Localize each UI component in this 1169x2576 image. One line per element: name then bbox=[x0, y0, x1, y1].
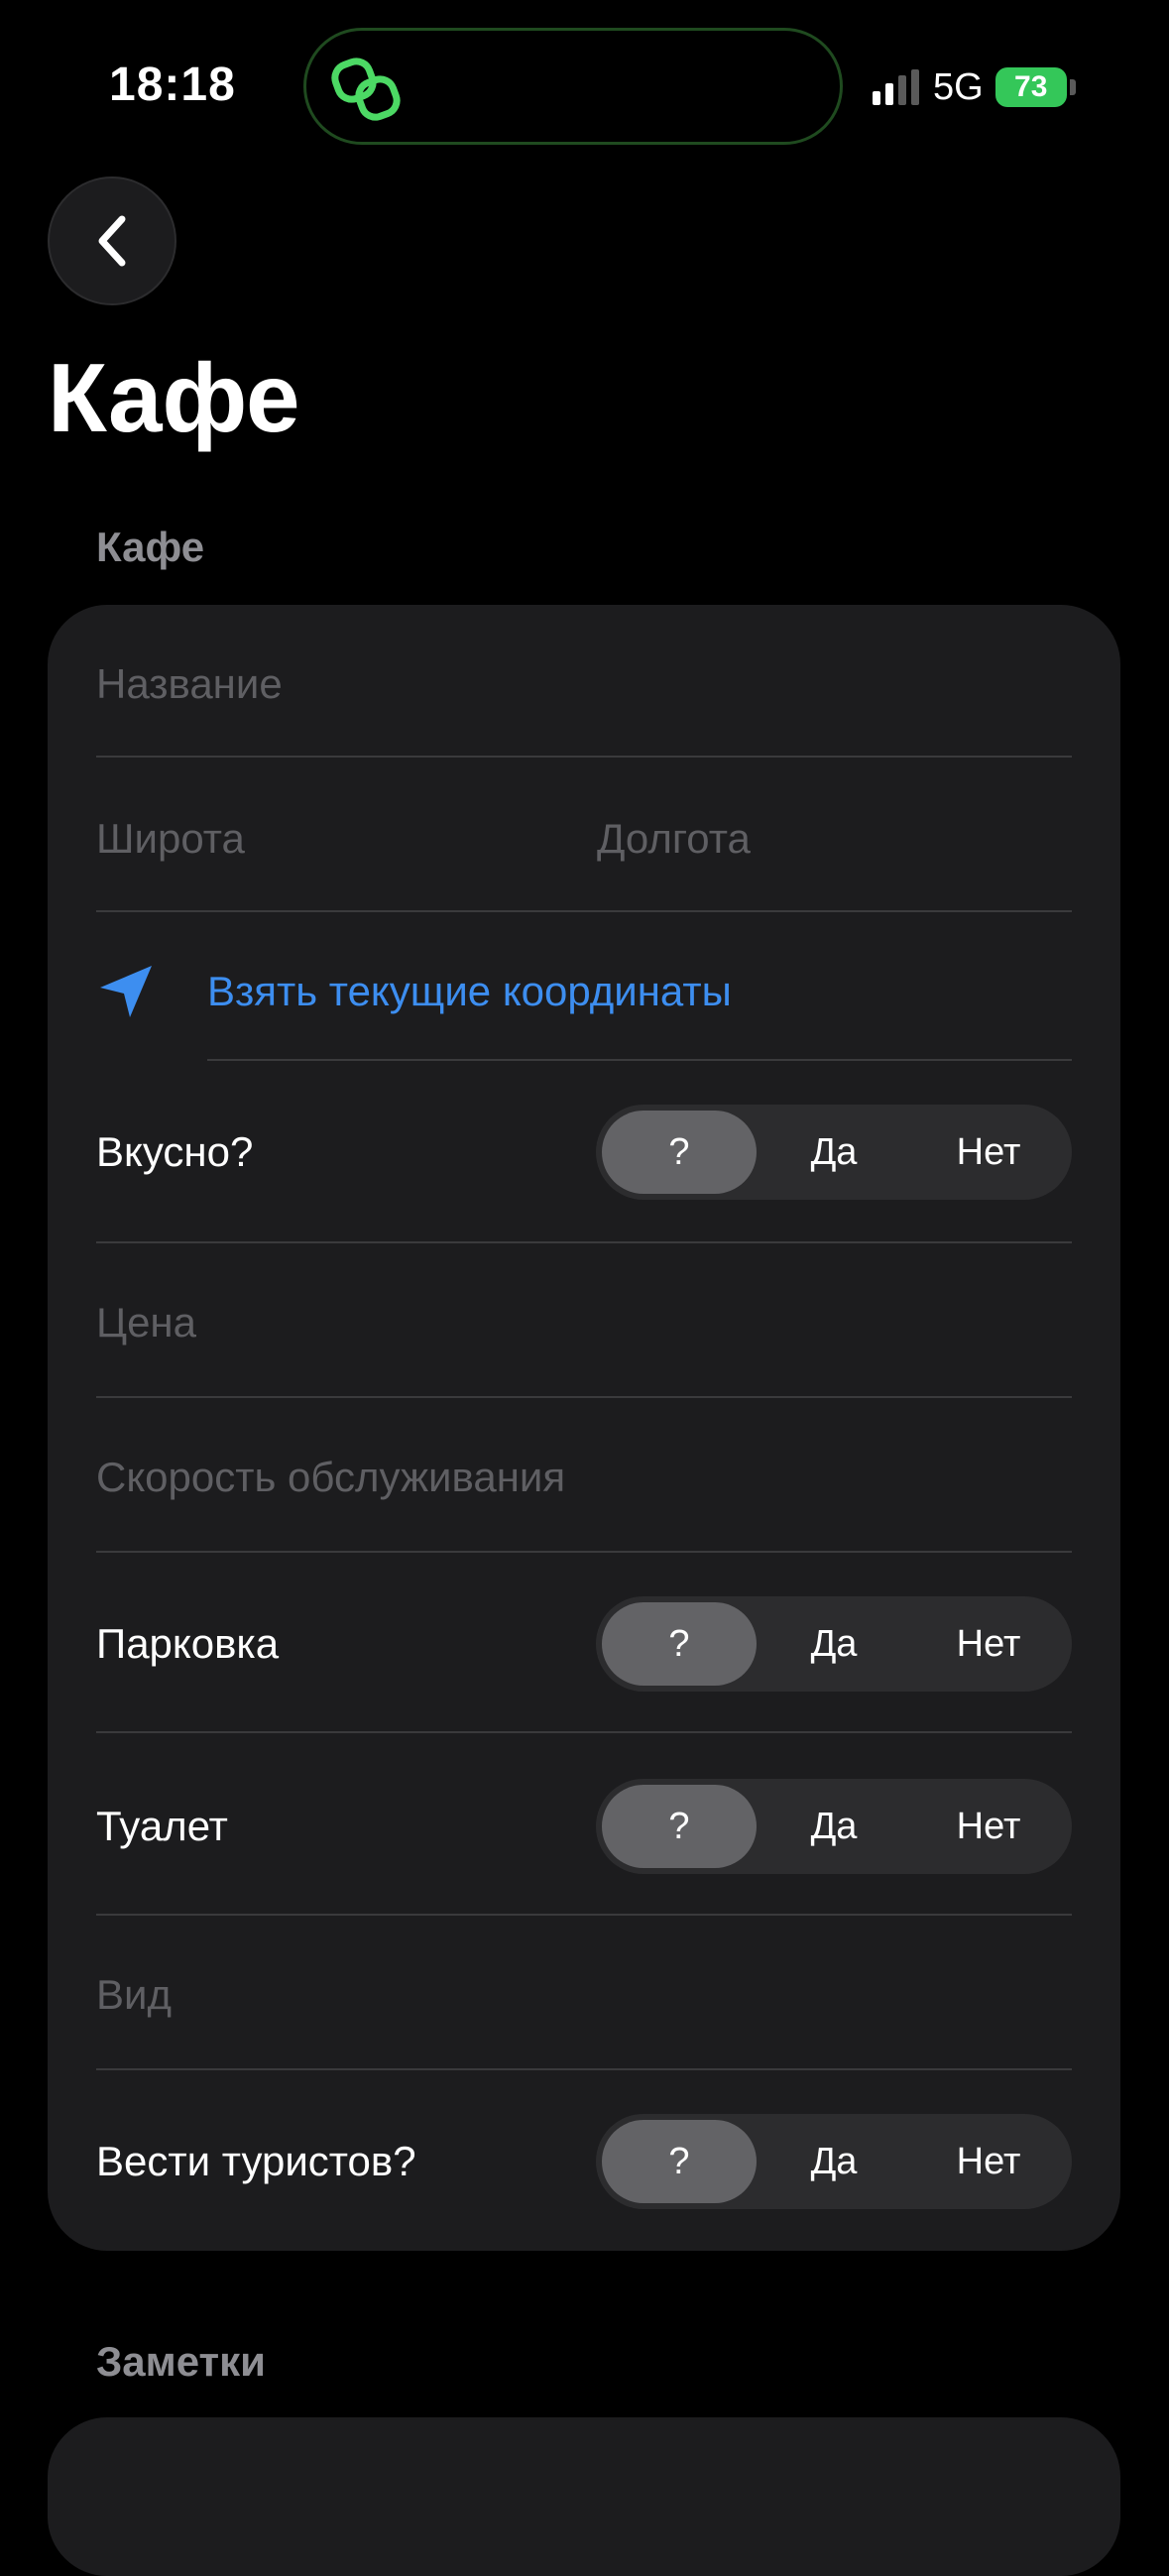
segment-no[interactable]: Нет bbox=[911, 1111, 1066, 1194]
chevron-left-icon bbox=[98, 215, 126, 267]
price-field[interactable]: Цена bbox=[96, 1273, 1072, 1372]
segment-no[interactable]: Нет bbox=[911, 1785, 1066, 1868]
segment-unknown[interactable]: ? bbox=[602, 2120, 757, 2203]
divider bbox=[96, 1551, 1072, 1553]
divider bbox=[96, 1241, 1072, 1243]
longitude-placeholder: Долгота bbox=[597, 815, 751, 862]
service-speed-field[interactable]: Скорость обслуживания bbox=[96, 1428, 1072, 1527]
segment-yes[interactable]: Да bbox=[757, 1785, 911, 1868]
status-time: 18:18 bbox=[109, 59, 236, 111]
divider bbox=[96, 756, 1072, 758]
segment-yes[interactable]: Да bbox=[757, 1111, 911, 1194]
status-indicators: 5G 73 bbox=[873, 61, 1076, 113]
segment-unknown[interactable]: ? bbox=[602, 1111, 757, 1194]
name-field[interactable]: Название bbox=[96, 635, 1072, 734]
tourists-label: Вести туристов? bbox=[96, 2138, 416, 2184]
segment-unknown[interactable]: ? bbox=[602, 1602, 757, 1686]
latitude-field[interactable]: Широта bbox=[96, 789, 552, 888]
segment-yes[interactable]: Да bbox=[757, 1602, 911, 1686]
location-arrow-icon bbox=[100, 966, 152, 1017]
name-placeholder: Название bbox=[96, 660, 283, 707]
segment-no[interactable]: Нет bbox=[911, 1602, 1066, 1686]
section-header-notes: Заметки bbox=[96, 2338, 266, 2385]
service-speed-placeholder: Скорость обслуживания bbox=[96, 1454, 566, 1500]
divider bbox=[96, 1731, 1072, 1733]
page-title: Кафе bbox=[48, 343, 300, 452]
toilet-label: Туалет bbox=[96, 1803, 228, 1849]
toilet-segmented-control[interactable]: ? Да Нет bbox=[596, 1779, 1072, 1874]
current-location-label: Взять текущие координаты bbox=[207, 968, 732, 1014]
divider bbox=[96, 910, 1072, 912]
linked-rings-icon bbox=[331, 58, 401, 121]
tourists-segmented-control[interactable]: ? Да Нет bbox=[596, 2114, 1072, 2209]
divider bbox=[96, 2068, 1072, 2070]
tasty-segmented-control[interactable]: ? Да Нет bbox=[596, 1105, 1072, 1200]
section-header-cafe: Кафе bbox=[96, 524, 205, 570]
battery-icon: 73 bbox=[994, 67, 1067, 107]
dynamic-island[interactable] bbox=[303, 28, 843, 145]
battery-level: 73 bbox=[1014, 70, 1048, 103]
view-field[interactable]: Вид bbox=[96, 1945, 1072, 2045]
divider bbox=[96, 1914, 1072, 1916]
segment-unknown[interactable]: ? bbox=[602, 1785, 757, 1868]
cafe-form-card: Название Широта Долгота Взять текущие ко… bbox=[48, 605, 1120, 2251]
price-placeholder: Цена bbox=[96, 1299, 196, 1346]
longitude-field[interactable]: Долгота bbox=[597, 789, 1072, 888]
tasty-label: Вкусно? bbox=[96, 1128, 254, 1175]
divider bbox=[96, 1396, 1072, 1398]
parking-segmented-control[interactable]: ? Да Нет bbox=[596, 1596, 1072, 1692]
view-placeholder: Вид bbox=[96, 1971, 172, 2018]
parking-label: Парковка bbox=[96, 1620, 280, 1667]
current-location-button[interactable]: Взять текущие координаты bbox=[96, 942, 1072, 1041]
latitude-placeholder: Широта bbox=[96, 815, 245, 862]
notes-card[interactable] bbox=[48, 2417, 1120, 2576]
divider bbox=[207, 1059, 1072, 1061]
battery-tip bbox=[1069, 79, 1076, 95]
segment-no[interactable]: Нет bbox=[911, 2120, 1066, 2203]
back-button[interactable] bbox=[48, 176, 176, 305]
segment-yes[interactable]: Да bbox=[757, 2120, 911, 2203]
network-type: 5G bbox=[933, 65, 984, 108]
signal-icon bbox=[873, 69, 919, 105]
